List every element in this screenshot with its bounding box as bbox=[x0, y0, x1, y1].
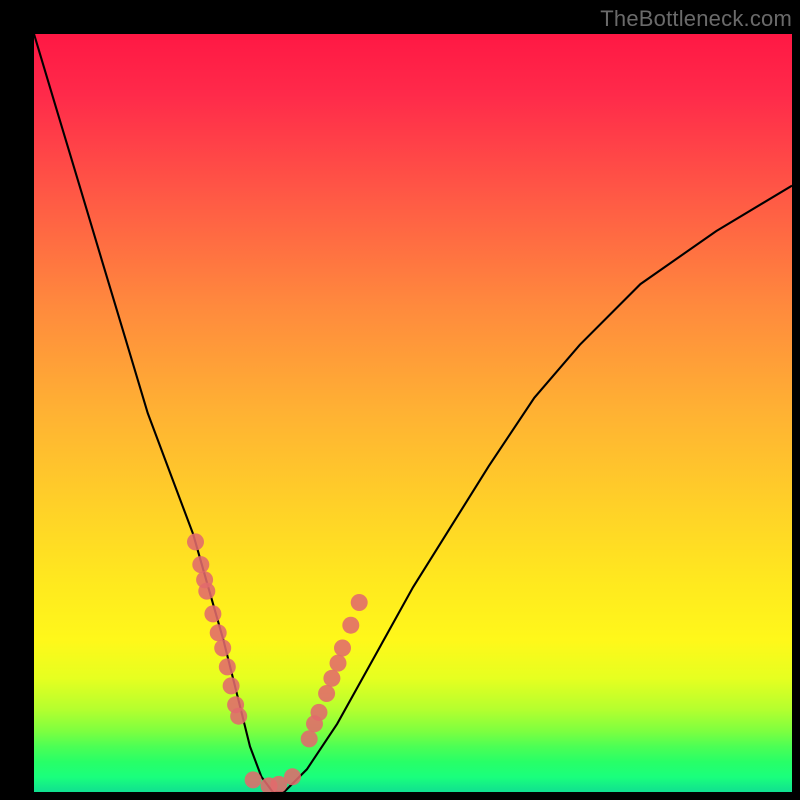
data-point bbox=[223, 677, 240, 694]
data-point bbox=[219, 658, 236, 675]
data-point bbox=[311, 704, 328, 721]
data-point bbox=[342, 617, 359, 634]
data-point bbox=[334, 640, 351, 657]
data-point bbox=[187, 533, 204, 550]
data-point bbox=[323, 670, 340, 687]
data-point bbox=[210, 624, 227, 641]
highlight-points bbox=[187, 533, 368, 792]
chart-svg bbox=[34, 34, 792, 792]
data-point bbox=[284, 768, 301, 785]
plot-area bbox=[34, 34, 792, 792]
watermark-text: TheBottleneck.com bbox=[600, 6, 792, 32]
data-point bbox=[204, 605, 221, 622]
bottleneck-curve bbox=[34, 34, 792, 792]
data-point bbox=[198, 583, 215, 600]
data-point bbox=[351, 594, 368, 611]
chart-frame: TheBottleneck.com bbox=[0, 0, 800, 800]
data-point bbox=[230, 708, 247, 725]
data-point bbox=[214, 640, 231, 657]
data-point bbox=[245, 771, 262, 788]
data-point bbox=[318, 685, 335, 702]
data-point bbox=[330, 655, 347, 672]
data-point bbox=[192, 556, 209, 573]
data-point bbox=[301, 730, 318, 747]
